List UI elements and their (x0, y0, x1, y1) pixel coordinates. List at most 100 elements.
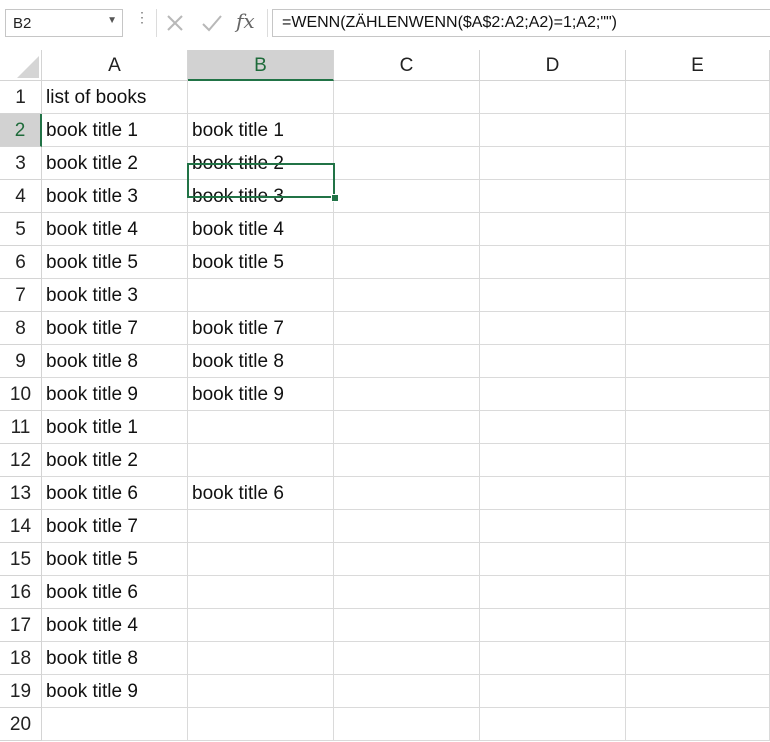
cell-e20[interactable] (626, 708, 770, 741)
cell-e8[interactable] (626, 312, 770, 345)
cell-a7[interactable]: book title 3 (42, 279, 188, 312)
cell-a2[interactable]: book title 1 (42, 114, 188, 147)
cell-b6[interactable]: book title 5 (188, 246, 334, 279)
cell-b10[interactable]: book title 9 (188, 378, 334, 411)
cell-b20[interactable] (188, 708, 334, 741)
cell-b13[interactable]: book title 6 (188, 477, 334, 510)
column-header-c[interactable]: C (334, 50, 480, 81)
cell-e9[interactable] (626, 345, 770, 378)
cell-c19[interactable] (334, 675, 480, 708)
cell-a18[interactable]: book title 8 (42, 642, 188, 675)
row-header[interactable]: 10 (0, 378, 42, 411)
cell-a20[interactable] (42, 708, 188, 741)
name-box-dropdown-icon[interactable]: ▼ (107, 15, 117, 26)
select-all-button[interactable] (0, 50, 42, 81)
row-header[interactable]: 18 (0, 642, 42, 675)
cell-a14[interactable]: book title 7 (42, 510, 188, 543)
row-header[interactable]: 6 (0, 246, 42, 279)
cell-c4[interactable] (334, 180, 480, 213)
cell-e18[interactable] (626, 642, 770, 675)
cell-c6[interactable] (334, 246, 480, 279)
cell-b11[interactable] (188, 411, 334, 444)
cell-c14[interactable] (334, 510, 480, 543)
cell-b19[interactable] (188, 675, 334, 708)
cell-c10[interactable] (334, 378, 480, 411)
cell-e14[interactable] (626, 510, 770, 543)
cell-c11[interactable] (334, 411, 480, 444)
cell-a9[interactable]: book title 8 (42, 345, 188, 378)
cell-d9[interactable] (480, 345, 626, 378)
cell-a16[interactable]: book title 6 (42, 576, 188, 609)
cell-e1[interactable] (626, 81, 770, 114)
column-header-e[interactable]: E (626, 50, 770, 81)
row-header[interactable]: 16 (0, 576, 42, 609)
column-header-d[interactable]: D (480, 50, 626, 81)
cell-c1[interactable] (334, 81, 480, 114)
cell-d2[interactable] (480, 114, 626, 147)
row-header[interactable]: 9 (0, 345, 42, 378)
cell-d17[interactable] (480, 609, 626, 642)
cell-e7[interactable] (626, 279, 770, 312)
cell-e4[interactable] (626, 180, 770, 213)
row-header[interactable]: 14 (0, 510, 42, 543)
name-box[interactable]: B2 ▼ (5, 9, 123, 37)
cell-e12[interactable] (626, 444, 770, 477)
row-header[interactable]: 13 (0, 477, 42, 510)
cell-e11[interactable] (626, 411, 770, 444)
cell-d15[interactable] (480, 543, 626, 576)
row-header[interactable]: 12 (0, 444, 42, 477)
cell-d20[interactable] (480, 708, 626, 741)
row-header[interactable]: 5 (0, 213, 42, 246)
column-header-b[interactable]: B (188, 50, 334, 81)
row-header[interactable]: 4 (0, 180, 42, 213)
cell-d7[interactable] (480, 279, 626, 312)
cell-b8[interactable]: book title 7 (188, 312, 334, 345)
row-header[interactable]: 17 (0, 609, 42, 642)
more-options-icon[interactable]: ⋮ (135, 10, 149, 24)
cell-a3[interactable]: book title 2 (42, 147, 188, 180)
cell-e16[interactable] (626, 576, 770, 609)
cell-a19[interactable]: book title 9 (42, 675, 188, 708)
cell-d8[interactable] (480, 312, 626, 345)
row-header[interactable]: 19 (0, 675, 42, 708)
cell-b12[interactable] (188, 444, 334, 477)
cell-c2[interactable] (334, 114, 480, 147)
row-header[interactable]: 20 (0, 708, 42, 741)
cell-e15[interactable] (626, 543, 770, 576)
cell-b18[interactable] (188, 642, 334, 675)
cell-d1[interactable] (480, 81, 626, 114)
cell-d6[interactable] (480, 246, 626, 279)
cancel-icon[interactable] (165, 13, 185, 33)
cell-e19[interactable] (626, 675, 770, 708)
cell-e6[interactable] (626, 246, 770, 279)
cell-b17[interactable] (188, 609, 334, 642)
cell-e5[interactable] (626, 213, 770, 246)
column-header-a[interactable]: A (42, 50, 188, 81)
row-header[interactable]: 8 (0, 312, 42, 345)
cell-c12[interactable] (334, 444, 480, 477)
cell-d10[interactable] (480, 378, 626, 411)
cell-d14[interactable] (480, 510, 626, 543)
insert-function-icon[interactable]: fx (236, 9, 255, 33)
cell-d12[interactable] (480, 444, 626, 477)
cell-a4[interactable]: book title 3 (42, 180, 188, 213)
cell-c17[interactable] (334, 609, 480, 642)
cell-d4[interactable] (480, 180, 626, 213)
cell-e2[interactable] (626, 114, 770, 147)
cell-c3[interactable] (334, 147, 480, 180)
cell-b9[interactable]: book title 8 (188, 345, 334, 378)
cell-c5[interactable] (334, 213, 480, 246)
cell-a15[interactable]: book title 5 (42, 543, 188, 576)
cell-d5[interactable] (480, 213, 626, 246)
cell-c16[interactable] (334, 576, 480, 609)
formula-input[interactable]: =WENN(ZÄHLENWENN($A$2:A2;A2)=1;A2;"") (272, 9, 770, 37)
cell-d3[interactable] (480, 147, 626, 180)
cell-b16[interactable] (188, 576, 334, 609)
cell-c7[interactable] (334, 279, 480, 312)
cell-a8[interactable]: book title 7 (42, 312, 188, 345)
cell-b1[interactable] (188, 81, 334, 114)
cell-b4[interactable]: book title 3 (188, 180, 334, 213)
cell-a10[interactable]: book title 9 (42, 378, 188, 411)
cell-c20[interactable] (334, 708, 480, 741)
cell-c8[interactable] (334, 312, 480, 345)
